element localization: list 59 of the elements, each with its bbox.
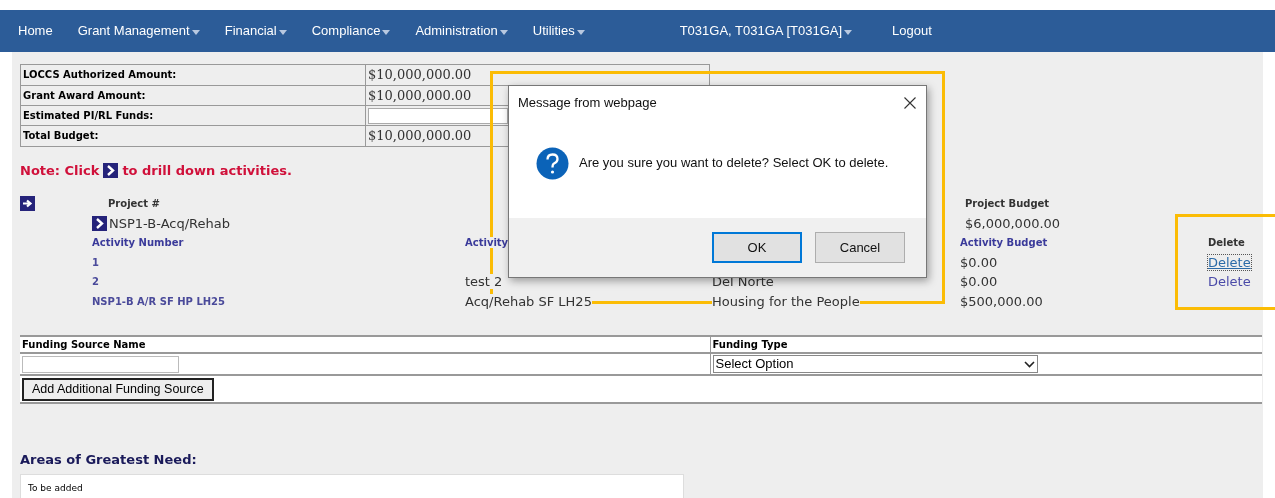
project-name: NSP1-B-Acq/Rehab <box>109 214 230 233</box>
caret-icon <box>576 29 585 35</box>
column-header: Funding Source Name <box>20 336 710 353</box>
activity-title: test 2 <box>465 274 503 289</box>
caret-icon <box>382 29 391 35</box>
column-header: Funding Type <box>710 336 1262 353</box>
close-icon[interactable] <box>904 97 916 109</box>
activity-budget: $500,000.00 <box>960 293 1043 309</box>
delete-link[interactable]: Delete <box>1208 254 1251 270</box>
activity-budget: $0.00 <box>960 254 998 270</box>
caret-icon <box>278 29 287 35</box>
summary-value: $10,000,000.00 <box>368 87 472 103</box>
nav-link[interactable]: Grant Management <box>77 21 200 41</box>
caret-icon <box>499 29 508 35</box>
chevron-icon[interactable] <box>92 215 107 231</box>
activity-number[interactable]: 2 <box>92 276 99 288</box>
summary-label: LOCCS Authorized Amount: <box>20 64 366 85</box>
activity-budget: $0.00 <box>960 274 998 289</box>
nav-link[interactable]: Administration <box>415 21 508 41</box>
dialog-button[interactable]: OK <box>712 232 802 263</box>
activity-title: Acq/Rehab SF LH25 <box>465 293 592 309</box>
nav-link[interactable]: Financial <box>224 21 287 41</box>
funding-type-select[interactable]: Select Option <box>712 355 1038 373</box>
column-header: Activity Number <box>92 237 184 249</box>
column-header: Project # <box>108 198 160 210</box>
delete-link[interactable]: Delete <box>1208 274 1251 289</box>
nav-link[interactable]: Logout <box>892 21 932 41</box>
dialog-button[interactable]: Cancel <box>815 232 905 263</box>
nav-link[interactable]: T031GA, T031GA [T031GA] <box>679 21 853 41</box>
nav-link[interactable]: Utilities <box>532 21 585 41</box>
column-header: Delete <box>1208 237 1245 249</box>
table-cell: Housing for the People <box>712 293 860 309</box>
summary-label: Estimated PI/RL Funds: <box>20 105 366 126</box>
add-funding-source-button[interactable]: Add Additional Funding Source <box>22 377 214 401</box>
column-header: Activity Budget <box>960 237 1048 249</box>
column-header: Project Budget <box>965 198 1050 210</box>
funding-name-input[interactable] <box>22 355 179 373</box>
column-header: Activity <box>465 237 509 249</box>
caret-icon <box>191 29 200 35</box>
note-text: to drill down activities. <box>122 161 292 180</box>
summary-label: Grant Award Amount: <box>20 85 366 106</box>
dialog-title: Message from webpage <box>518 94 657 113</box>
caret-icon <box>844 29 853 35</box>
nav-link[interactable]: Home <box>18 21 53 41</box>
section-heading: Areas of Greatest Need: <box>20 451 197 469</box>
summary-value: $10,000,000.00 <box>368 128 472 143</box>
chevron-down-icon <box>1023 360 1035 368</box>
summary-label: Total Budget: <box>20 125 366 146</box>
summary-value: $10,000,000.00 <box>368 67 472 82</box>
nav-link[interactable]: Compliance <box>311 21 391 41</box>
activity-number[interactable]: 1 <box>92 256 99 268</box>
activity-number[interactable]: NSP1-B A/R SF HP LH25 <box>92 295 226 307</box>
question-icon <box>536 146 569 180</box>
chevron-icon[interactable] <box>103 162 119 178</box>
note-text: Note: Click <box>20 161 100 180</box>
project-budget: $6,000,000.00 <box>965 215 1061 231</box>
dialog-message: Are you sure you want to delete? Select OK to delete. <box>579 154 889 173</box>
text-area: To be added <box>20 473 684 498</box>
funds-input[interactable] <box>368 107 508 124</box>
